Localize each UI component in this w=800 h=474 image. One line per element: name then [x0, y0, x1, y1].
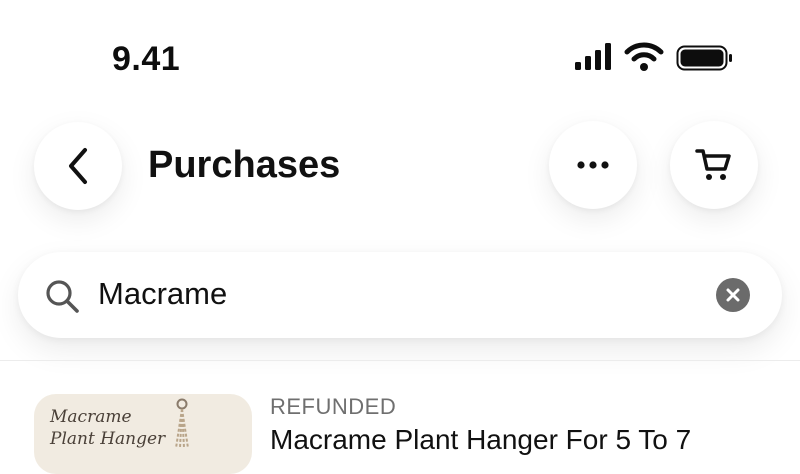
header: Purchases [0, 110, 800, 230]
shopping-cart-icon [695, 149, 731, 180]
clear-icon [726, 288, 740, 302]
cart-button[interactable] [670, 121, 758, 209]
more-button[interactable] [549, 121, 637, 209]
cellular-signal-icon [575, 43, 611, 70]
product-title[interactable]: Macrame Plant Hanger For 5 To 7 [270, 424, 691, 456]
back-button[interactable] [34, 122, 122, 210]
page-title: Purchases [148, 144, 341, 186]
status-time: 9.41 [112, 40, 181, 78]
macrame-hanger-illustration [175, 398, 189, 448]
thumbnail-caption: Macrame Plant Hanger [50, 407, 166, 449]
wifi-icon [624, 42, 664, 71]
chevron-left-icon [69, 148, 87, 184]
divider [0, 360, 800, 361]
purchase-item[interactable]: Macrame Plant Hanger REFUNDED Macrame Pl… [0, 362, 800, 474]
status-bar: 9.41 [0, 0, 800, 110]
search-input[interactable]: Macrame [98, 276, 227, 312]
order-status: REFUNDED [270, 394, 397, 419]
product-thumbnail[interactable]: Macrame Plant Hanger [34, 394, 252, 474]
battery-icon [676, 45, 732, 71]
more-horizontal-icon [577, 161, 609, 169]
search-icon [46, 280, 79, 313]
clear-search-button[interactable] [716, 278, 750, 312]
search-bar[interactable]: Macrame [18, 252, 782, 338]
